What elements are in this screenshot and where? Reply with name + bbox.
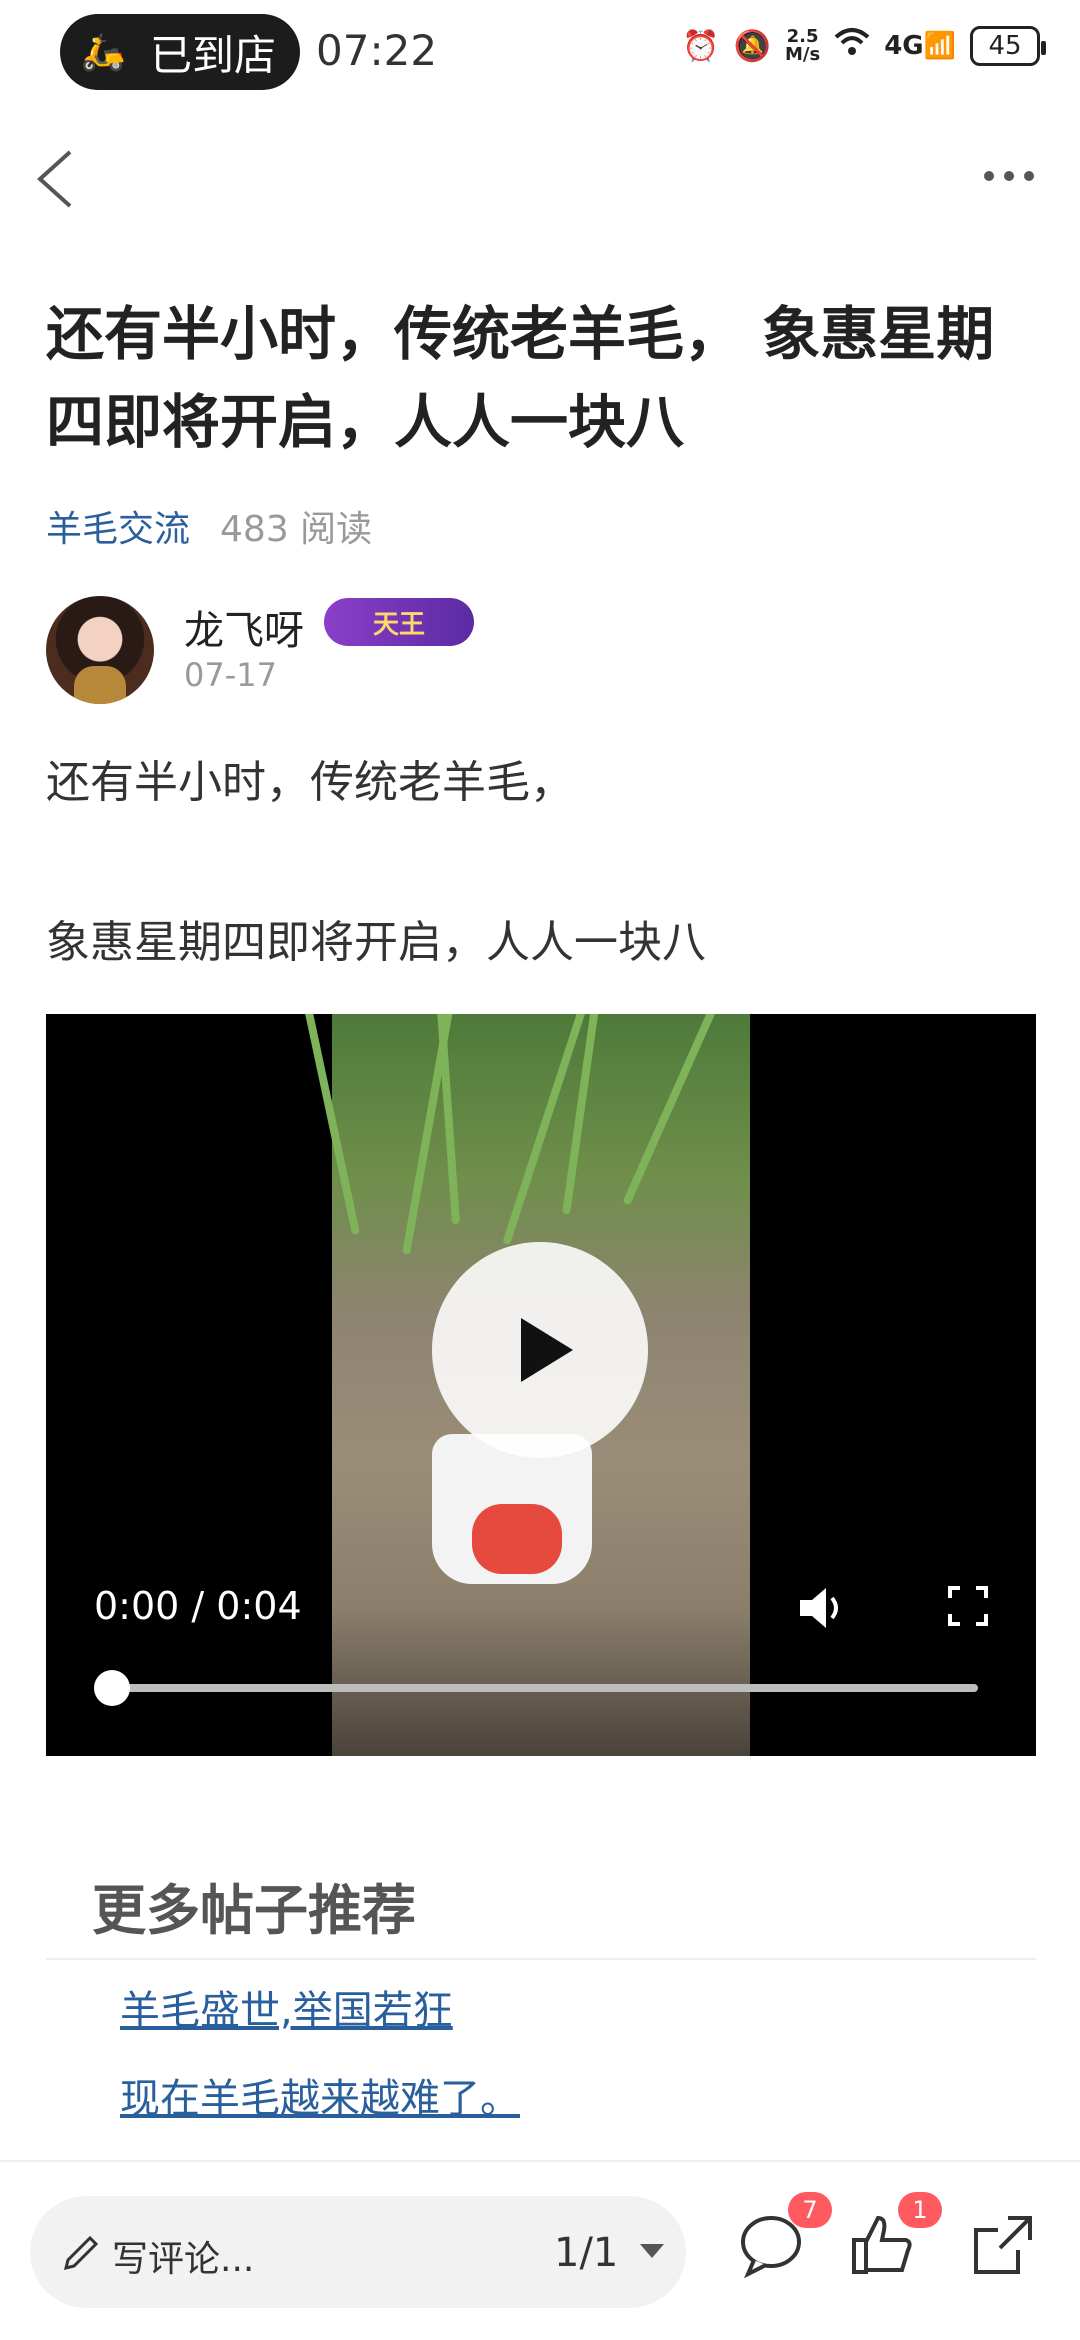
signal-label: 4G [884,31,924,61]
video-progress-track[interactable] [110,1684,978,1692]
comment-count-badge: 7 [788,2192,832,2228]
wifi-icon [834,27,870,65]
comment-input[interactable]: 写评论... 1/1 [30,2196,686,2308]
clock: 07:22 [316,26,438,75]
status-bar: 🛵 已到店 07:22 ⏰ 🔕 2.5 M/s 4G📶 45 [0,0,1080,104]
read-count: 483 阅读 [220,509,373,550]
post-title: 还有半小时，传统老羊毛， 象惠星期四即将开启，人人一块八 [46,300,995,456]
post-body-line: 象惠星期四即将开启，人人一块八 [46,917,706,968]
share-icon[interactable] [968,2210,1038,2280]
delivery-status-pill[interactable]: 🛵 已到店 [60,14,300,90]
delivery-status-text: 已到店 [150,30,277,80]
mute-bell-icon: 🔕 [733,28,771,64]
like-count-badge: 1 [898,2192,942,2228]
divider [46,1958,1036,1960]
video-player[interactable]: 0:00 / 0:04 [46,1014,1036,1756]
video-time: 0:00 / 0:04 [94,1584,302,1628]
network-speed: 2.5 M/s [785,28,820,64]
user-rank-badge: 天王 [324,598,474,646]
alarm-icon: ⏰ [682,28,720,64]
net-speed-unit: M/s [784,44,821,65]
post-meta: 羊毛交流 483 阅读 [46,500,372,552]
status-icons: ⏰ 🔕 2.5 M/s 4G📶 45 [682,26,1046,66]
comment-placeholder: 写评论... [112,2239,255,2280]
video-progress-handle[interactable] [94,1670,130,1706]
recommend-link[interactable]: 现在羊毛越来越难了。 [120,2066,520,2124]
bucket-image [432,1434,592,1584]
post-date: 07-17 [184,656,277,694]
recommend-link[interactable]: 羊毛盛世,举国若狂 [120,1978,453,2036]
cellular-signal: 4G📶 [884,31,956,61]
fullscreen-icon[interactable] [946,1584,990,1628]
play-icon[interactable] [432,1242,648,1458]
volume-icon[interactable] [794,1580,850,1636]
delivery-scooter-icon: 🛵 [80,32,126,73]
chevron-down-icon[interactable] [640,2244,664,2258]
battery-level: 45 [988,31,1022,61]
chevron-left-icon[interactable] [28,144,88,214]
author-row[interactable]: 龙飞呀 天王 07-17 [46,596,1046,706]
page-indicator[interactable]: 1/1 [554,2230,618,2276]
pencil-icon [60,2230,104,2274]
battery-icon: 45 [970,26,1046,66]
post-body-line: 还有半小时，传统老羊毛， [46,757,574,808]
avatar[interactable] [46,596,154,704]
author-name[interactable]: 龙飞呀 [184,598,304,656]
forum-link[interactable]: 羊毛交流 [46,500,190,552]
more-dots-icon[interactable] [984,166,1044,186]
bottom-bar: 写评论... 1/1 7 1 [0,2160,1080,2340]
recommend-heading: 更多帖子推荐 [92,1879,416,1942]
top-nav [0,130,1080,220]
